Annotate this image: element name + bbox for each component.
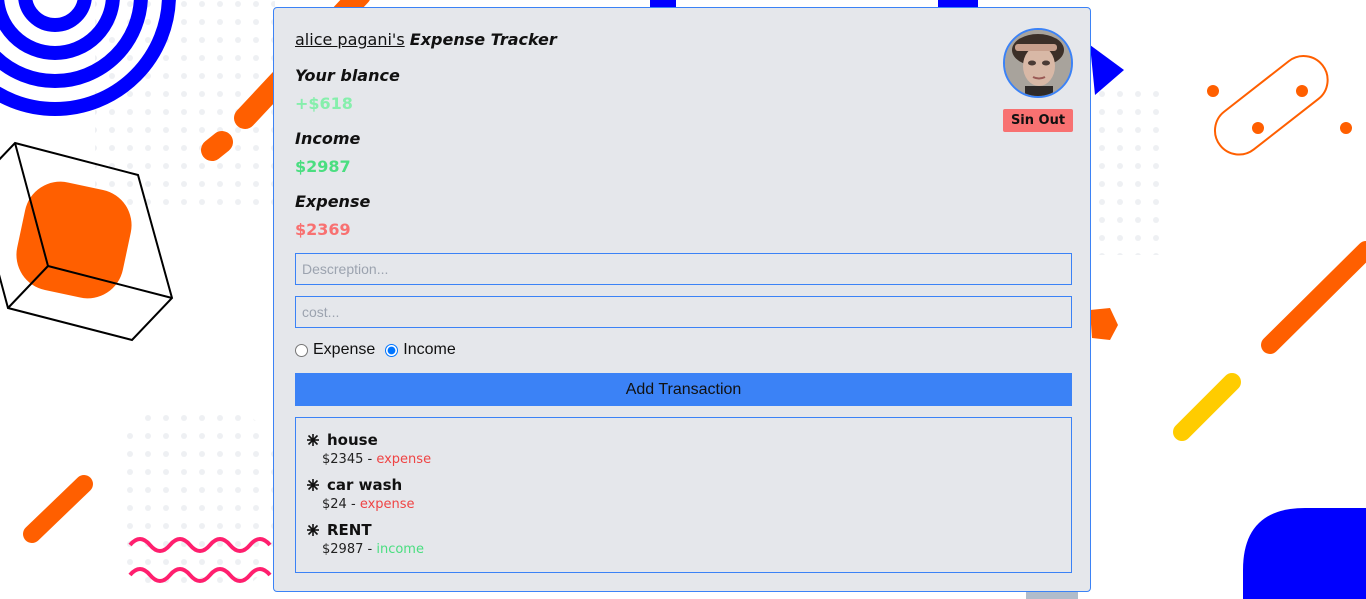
transaction-amount: $24 bbox=[322, 497, 347, 512]
page-title: alice pagani's Expense Tracker bbox=[295, 30, 557, 49]
transaction-type: expense bbox=[359, 497, 415, 512]
description-input[interactable] bbox=[295, 253, 1072, 285]
transaction-name: house bbox=[327, 431, 378, 449]
radio-income-label: Income bbox=[403, 341, 456, 358]
transaction-type: expense bbox=[376, 452, 432, 467]
user-avatar-photo-icon bbox=[1005, 30, 1071, 96]
add-transaction-button[interactable]: Add Transaction bbox=[295, 373, 1072, 406]
transaction-type-group: Expense Income bbox=[295, 341, 466, 359]
transaction-separator: - bbox=[367, 542, 373, 557]
asterisk-icon bbox=[307, 434, 319, 446]
transaction-type: income bbox=[376, 542, 424, 557]
radio-expense-label: Expense bbox=[313, 341, 376, 358]
transaction-amount: $2987 bbox=[322, 542, 364, 557]
transaction-item: house $2345 - expense bbox=[306, 430, 1061, 469]
transaction-name: car wash bbox=[327, 476, 403, 494]
transaction-amount: $2345 bbox=[322, 452, 364, 467]
asterisk-icon bbox=[307, 524, 319, 536]
radio-income-option[interactable]: Income bbox=[385, 341, 456, 359]
sign-out-button[interactable]: Sin Out bbox=[1003, 109, 1073, 132]
asterisk-icon bbox=[307, 479, 319, 491]
balance-value: +$618 bbox=[295, 94, 353, 113]
income-value: $2987 bbox=[295, 157, 351, 176]
radio-expense-option[interactable]: Expense bbox=[295, 341, 375, 359]
transaction-list: house $2345 - expense car wash $24 - exp… bbox=[295, 417, 1072, 573]
income-label: Income bbox=[295, 129, 361, 148]
expense-label: Expense bbox=[295, 192, 371, 211]
user-name-link[interactable]: alice pagani's bbox=[295, 30, 405, 49]
transaction-item: car wash $24 - expense bbox=[306, 475, 1061, 514]
expense-value: $2369 bbox=[295, 220, 351, 239]
app-title: Expense Tracker bbox=[409, 30, 557, 49]
radio-expense[interactable] bbox=[295, 343, 308, 357]
transaction-name: RENT bbox=[327, 521, 372, 539]
transaction-separator: - bbox=[367, 452, 373, 467]
avatar bbox=[1003, 28, 1073, 98]
transaction-item: RENT $2987 - income bbox=[306, 520, 1061, 559]
balance-label: Your blance bbox=[295, 66, 400, 85]
cost-input[interactable] bbox=[295, 296, 1072, 328]
radio-income[interactable] bbox=[385, 343, 399, 357]
expense-tracker-card: alice pagani's Expense Tracker Sin Out Y… bbox=[273, 7, 1091, 592]
transaction-separator: - bbox=[350, 497, 356, 512]
